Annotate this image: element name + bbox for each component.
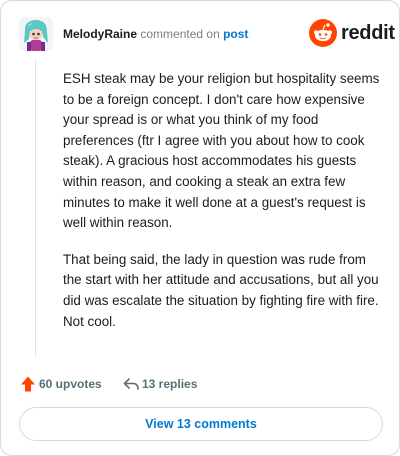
upvote-arrow-icon [21, 376, 35, 392]
reddit-logo-icon [309, 19, 337, 47]
reply-count: 13 replies [142, 377, 198, 391]
post-link[interactable]: post [223, 27, 248, 41]
reddit-brand[interactable]: reddit [309, 19, 395, 47]
view-comments-button[interactable]: View 13 comments [19, 407, 383, 441]
upvote-button[interactable]: 60 upvotes [19, 374, 119, 394]
comment-meta: MelodyRaine commented on post [63, 27, 248, 42]
comment-actions: 60 upvotes 13 replies [19, 374, 339, 394]
comment-header: MelodyRaine commented on post reddit [17, 15, 395, 53]
avatar[interactable] [19, 17, 53, 51]
comment-body: ESH steak may be your religion but hospi… [63, 69, 381, 348]
upvote-count: 60 upvotes [39, 377, 102, 391]
action-text: commented on [140, 27, 220, 41]
comment-paragraph: That being said, the lady in question wa… [63, 251, 379, 329]
thread-line[interactable] [35, 59, 36, 357]
reply-arrow-icon [123, 378, 139, 390]
username-link[interactable]: MelodyRaine [63, 27, 137, 41]
reddit-wordmark: reddit [341, 22, 395, 44]
replies-button[interactable]: 13 replies [122, 374, 222, 394]
comment-card: MelodyRaine commented on post reddit ESH… [0, 0, 400, 456]
comment-paragraph: ESH steak may be your religion but hospi… [63, 71, 380, 231]
